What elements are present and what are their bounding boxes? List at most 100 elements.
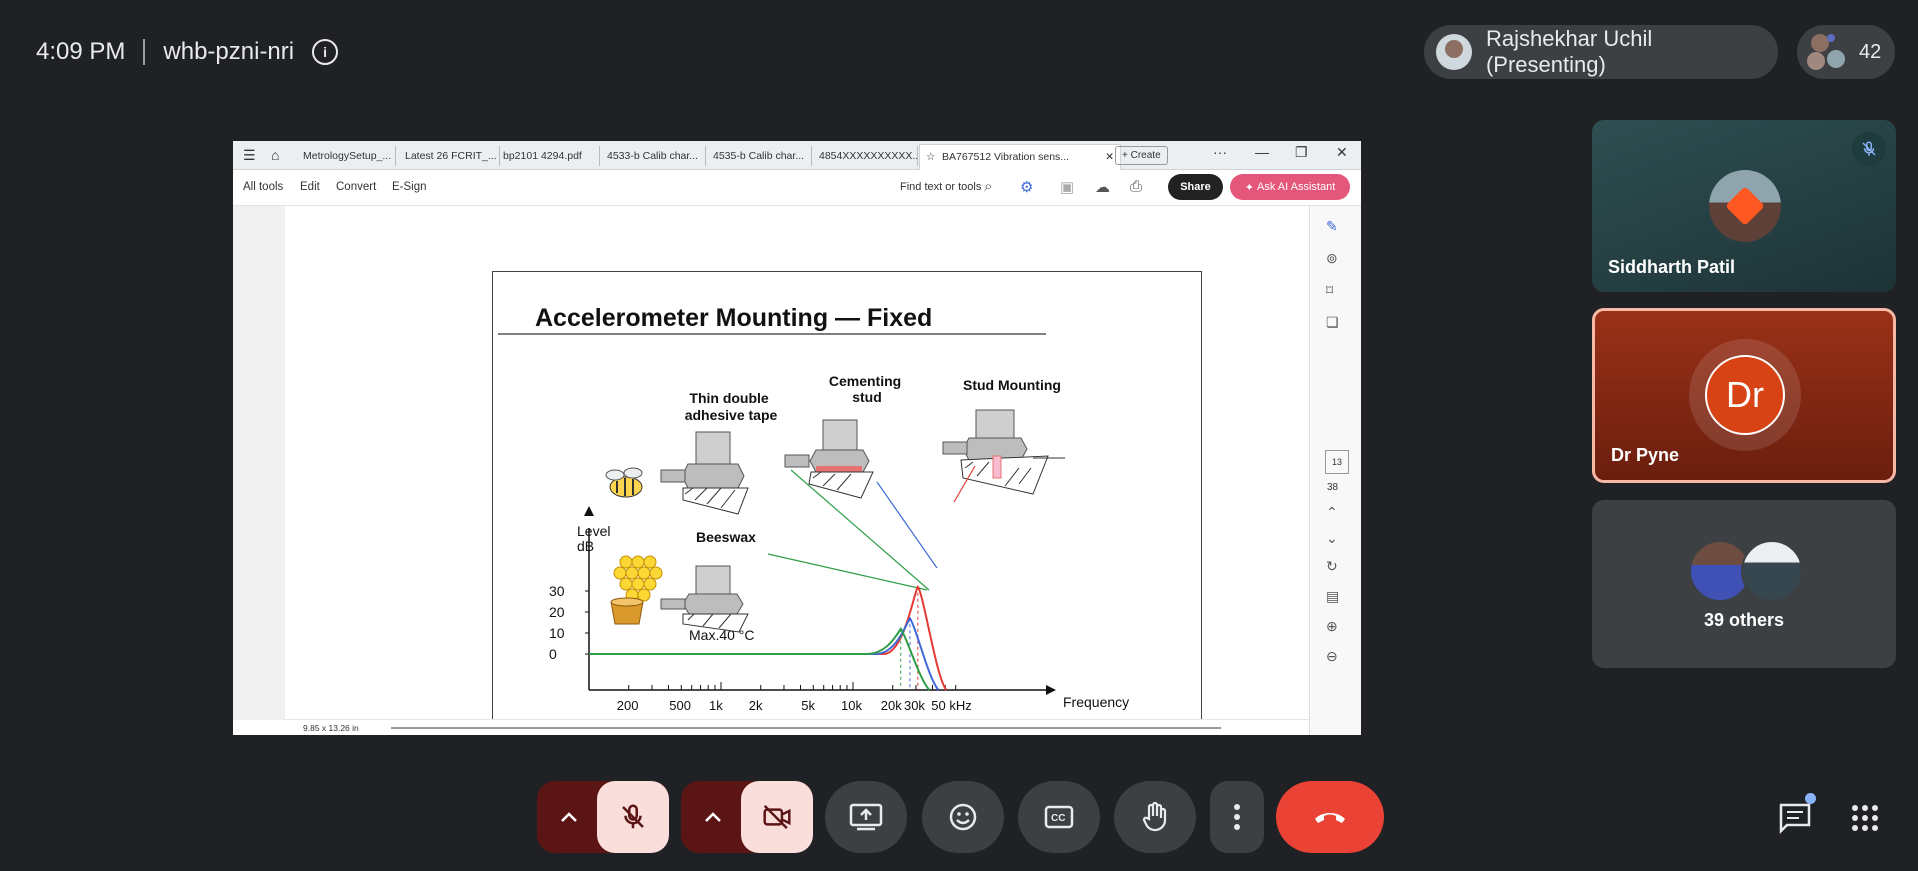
- find-text-tools[interactable]: Find text or tools: [900, 181, 981, 193]
- pages-icon[interactable]: ❏: [1326, 314, 1339, 331]
- status-bar: 9.85 x 13.26 in: [285, 719, 1309, 735]
- slide: Accelerometer Mounting — Fixed Thin doub…: [492, 271, 1202, 733]
- star-icon[interactable]: ☆: [926, 145, 935, 169]
- menu-all-tools[interactable]: All tools: [243, 181, 283, 193]
- mic-options-chevron-icon[interactable]: [555, 803, 583, 831]
- acrobat-menu-bar: All tools Edit Convert E-Sign Find text …: [233, 170, 1361, 206]
- svg-text:CC: CC: [1051, 813, 1065, 824]
- zoom-out-icon[interactable]: ⊖: [1326, 648, 1338, 665]
- tab-latest-26-fcrit[interactable]: Latest 26 FCRIT_...: [399, 146, 500, 166]
- more-options-icon[interactable]: ···: [1213, 144, 1227, 160]
- more-options-button[interactable]: [1210, 781, 1264, 853]
- tab-bp2101[interactable]: bp2101 4294.pdf: [497, 146, 600, 166]
- emoji-reactions-button[interactable]: [922, 781, 1004, 853]
- avatar: [1709, 170, 1781, 242]
- hamburger-menu-icon[interactable]: ☰: [243, 147, 256, 164]
- present-screen-button[interactable]: [825, 781, 907, 853]
- others-label: 39 others: [1703, 610, 1785, 630]
- slide-figure: Accelerometer Mounting — Fixed Thin doub…: [498, 304, 1129, 713]
- x-tick-label: 500: [669, 698, 691, 713]
- presenter-pill[interactable]: Rajshekhar Uchil (Presenting): [1424, 25, 1778, 79]
- chat-button[interactable]: [1770, 793, 1820, 843]
- restore-icon[interactable]: ❐: [1295, 144, 1308, 161]
- leave-call-button[interactable]: [1276, 781, 1384, 853]
- minimize-icon[interactable]: —: [1255, 144, 1269, 160]
- home-icon[interactable]: ⌂: [271, 147, 279, 163]
- document-info-icon[interactable]: ▤: [1326, 588, 1339, 605]
- rotate-icon[interactable]: ↻: [1326, 558, 1338, 575]
- bookmark-icon[interactable]: ⌑: [1326, 282, 1333, 299]
- create-label: Create: [1130, 150, 1161, 161]
- print-icon[interactable]: ⎙: [1130, 178, 1142, 195]
- ask-ai-assistant-button[interactable]: ✦ Ask AI Assistant: [1230, 174, 1350, 200]
- attach-icon[interactable]: ⊚: [1326, 250, 1338, 267]
- x-tick-label: 1k: [709, 698, 723, 713]
- participant-tile-siddharth[interactable]: Siddharth Patil: [1592, 120, 1896, 292]
- participant-tile-others[interactable]: 39 others: [1592, 500, 1896, 668]
- y-axis-label: Level dB: [577, 523, 614, 554]
- menu-convert[interactable]: Convert: [336, 181, 376, 193]
- divider: [143, 39, 146, 65]
- apps-grid-icon: [1852, 805, 1878, 831]
- upload-cloud-icon[interactable]: ☁: [1095, 178, 1110, 196]
- menu-e-sign[interactable]: E-Sign: [392, 181, 427, 193]
- mic-toggle-button[interactable]: [597, 781, 669, 853]
- label-thin-tape: Thin double adhesive tape: [685, 390, 778, 423]
- y-tick-label: 10: [549, 625, 565, 641]
- mic-off-icon: [622, 804, 644, 829]
- accelerometer-beeswax-illustration: [660, 565, 749, 633]
- participant-tile-dr-pyne[interactable]: Dr Dr Pyne: [1592, 308, 1896, 483]
- label-cementing-stud: Cementing stud: [829, 373, 905, 405]
- menu-edit[interactable]: Edit: [300, 181, 320, 193]
- x-tick-label: 30k: [904, 698, 925, 713]
- present-screen-icon: [849, 803, 883, 831]
- chevron-up-icon[interactable]: ⌃: [1326, 504, 1338, 521]
- mic-muted-icon: [1852, 132, 1886, 166]
- x-tick-label: 200: [617, 698, 639, 713]
- close-window-icon[interactable]: ✕: [1336, 144, 1348, 161]
- avatar-initials: Dr: [1705, 355, 1785, 435]
- tab-4854[interactable]: 4854XXXXXXXXXX...: [813, 146, 918, 166]
- chevron-down-icon[interactable]: ⌄: [1326, 530, 1338, 547]
- save-icon[interactable]: ▣: [1060, 178, 1074, 196]
- camera-options-chevron-icon[interactable]: [699, 803, 727, 831]
- x-tick-label: 5k: [801, 698, 815, 713]
- y-ticks: 30 20 10 0: [549, 583, 589, 662]
- page-number-input[interactable]: 13: [1325, 450, 1349, 474]
- acrobat-tab-bar: ☰ ⌂ MetrologySetup_... Latest 26 FCRIT_.…: [233, 141, 1361, 170]
- y-axis-arrow: [584, 506, 594, 516]
- info-icon[interactable]: i: [312, 39, 339, 65]
- tab-ba767512-active[interactable]: ☆ BA767512 Vibration sens... ✕: [919, 144, 1121, 170]
- shared-screen: ☰ ⌂ MetrologySetup_... Latest 26 FCRIT_.…: [233, 141, 1361, 735]
- slide-title: Accelerometer Mounting — Fixed: [535, 304, 932, 332]
- tab-4535b-calib[interactable]: 4535-b Calib char...: [707, 146, 812, 166]
- create-button[interactable]: + Create: [1115, 146, 1168, 165]
- speaking-ring: Dr: [1689, 339, 1801, 451]
- camera-toggle-button[interactable]: [741, 781, 813, 853]
- accelerometer-stud-mounting-illustration: [942, 409, 1065, 495]
- captions-icon: CC: [1044, 805, 1074, 829]
- zoom-in-icon[interactable]: ⊕: [1326, 618, 1338, 635]
- tab-metrologysetup[interactable]: MetrologySetup_...: [297, 146, 396, 166]
- emoji-icon: [949, 803, 977, 831]
- close-tab-icon[interactable]: ✕: [1105, 145, 1114, 169]
- comment-tool-icon[interactable]: ✎: [1326, 218, 1338, 235]
- captions-button[interactable]: CC: [1018, 781, 1100, 853]
- tab-4533b-calib[interactable]: 4533-b Calib char...: [601, 146, 706, 166]
- participants-button[interactable]: 42: [1797, 25, 1895, 79]
- series-line: [589, 627, 931, 691]
- x-axis-label: Frequency: [1063, 694, 1129, 710]
- meeting-code: whb-pzni-nri: [163, 38, 295, 65]
- horizontal-scrollbar[interactable]: [391, 727, 1221, 729]
- participants-avatars: [1807, 32, 1847, 72]
- search-icon[interactable]: ⌕: [984, 178, 992, 195]
- activities-button[interactable]: [1840, 793, 1890, 843]
- ai-tools-icon[interactable]: ⚙: [1020, 178, 1033, 196]
- participant-name: Siddharth Patil: [1608, 257, 1736, 277]
- share-button[interactable]: Share: [1168, 174, 1223, 200]
- mic-control-group: [537, 781, 669, 853]
- meeting-time: 4:09 PM: [36, 38, 126, 65]
- raise-hand-button[interactable]: [1114, 781, 1196, 853]
- label-beeswax: Beeswax: [696, 529, 756, 545]
- hang-up-icon: [1315, 813, 1345, 823]
